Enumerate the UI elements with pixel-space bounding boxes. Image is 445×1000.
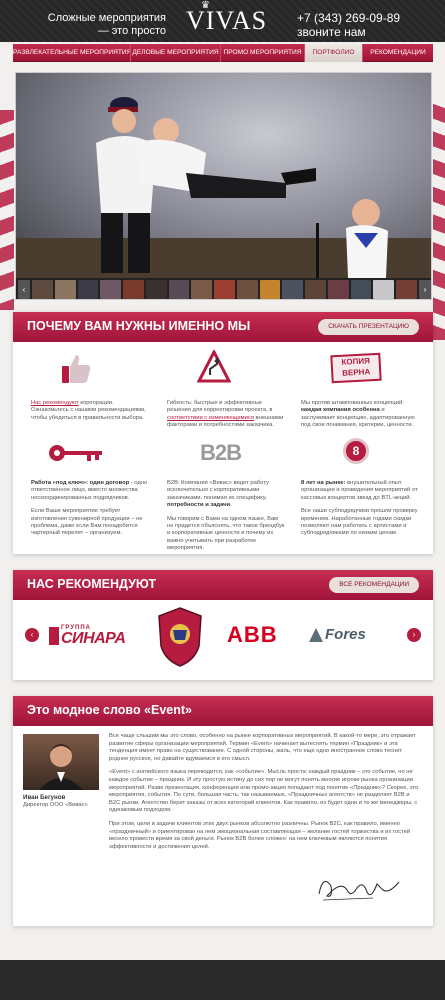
nav-item-portfolio[interactable]: ПОРТФОЛИО: [305, 44, 363, 62]
feature-text: Гибкость: быстрые и эффективные решения …: [167, 400, 273, 414]
feature-text: Если Ваше мероприятие требует изготовлен…: [31, 508, 143, 537]
thumb-5[interactable]: [123, 280, 144, 299]
feature-text: Все наши субподрядчики прошли проверку в…: [301, 508, 418, 537]
feature-text: Мы против штампованных концепций:: [301, 400, 404, 406]
nav-item-promo[interactable]: ПРОМО МЕРОПРИЯТИЯ: [221, 44, 305, 62]
director-role: Директор ООО «Вивас»: [23, 802, 88, 808]
feature-concepts: Мы против штампованных концепций: каждая…: [301, 400, 419, 430]
decor-ribbon-right: [433, 100, 445, 340]
recommend-panel: НАС РЕКОМЕНДУЮТ ВСЕ РЕКОМЕНДАЦИИ ‹ › ГРУ…: [13, 570, 433, 680]
why-us-header: ПОЧЕМУ ВАМ НУЖНЫ ИМЕННО МЫ СКАЧАТЬ ПРЕЗЕ…: [13, 312, 433, 342]
article-header: Это модное слово «Event»: [13, 696, 433, 726]
thumb-14[interactable]: [327, 280, 349, 299]
hero-slider[interactable]: ‹ ›: [15, 72, 432, 300]
main-nav: РАЗВЛЕКАТЕЛЬНЫЕ МЕРОПРИЯТИЯ ДЕЛОВЫЕ МЕРО…: [13, 44, 433, 62]
feature-bold: 8 лет на рынке:: [301, 480, 346, 486]
feature-recommendations: Нас рекомендуют корпорации. Ознакомьтесь…: [31, 400, 149, 422]
thumb-12[interactable]: [282, 280, 304, 299]
thumb-15[interactable]: [350, 280, 372, 299]
phone-cta: звоните нам: [297, 25, 366, 39]
logo[interactable]: VIVAS: [186, 6, 267, 36]
hero-photo: [16, 73, 431, 278]
thumb-3[interactable]: [77, 280, 99, 299]
director-name: Иван Бегунов: [23, 794, 66, 801]
decor-ribbon-left: [0, 110, 14, 310]
sinara-logo[interactable]: ГРУППА СИНАРА: [49, 625, 145, 647]
why-us-panel: ПОЧЕМУ ВАМ НУЖНЫ ИМЕННО МЫ СКАЧАТЬ ПРЕЗЕ…: [13, 312, 433, 554]
feature-bold: Работа «под ключ»: один договор: [31, 480, 130, 486]
logos-prev-button[interactable]: ‹: [25, 628, 39, 642]
sinara-name: СИНАРА: [61, 630, 126, 647]
thumb-16[interactable]: [373, 280, 395, 299]
nav-item-entertainment[interactable]: РАЗВЛЕКАТЕЛЬНЫЕ МЕРОПРИЯТИЯ: [13, 44, 131, 62]
thumb-7[interactable]: [168, 280, 190, 299]
feature-turnkey: Работа «под ключ»: один договор - одно о…: [31, 480, 149, 538]
feature-text: B2B: Компания «Вивас» ведет работу исклю…: [167, 480, 269, 501]
copy-stamp-line2: ВЕРНА: [342, 367, 371, 378]
feature-text: .: [230, 502, 232, 509]
recommend-title: НАС РЕКОМЕНДУЮТ: [27, 577, 157, 591]
director-photo: [23, 734, 99, 790]
thumb-11[interactable]: [259, 280, 281, 299]
article-title: Это модное слово «Event»: [27, 703, 192, 717]
download-presentation-button[interactable]: СКАЧАТЬ ПРЕЗЕНТАЦИЮ: [318, 319, 419, 335]
nav-item-business[interactable]: ДЕЛОВЫЕ МЕРОПРИЯТИЯ: [131, 44, 221, 62]
all-recommendations-button[interactable]: ВСЕ РЕКОМЕНДАЦИИ: [329, 577, 419, 593]
header-bar: Сложные мероприятия — это просто ♛ VIVAS…: [0, 0, 445, 42]
phone-block[interactable]: +7 (343) 269-09-89 звоните нам: [297, 11, 400, 39]
hero-thumbnails: ‹ ›: [16, 278, 431, 299]
thumb-1[interactable]: [32, 280, 53, 299]
article-panel: Это модное слово «Event» Иван Бегунов Ди…: [13, 696, 433, 926]
thumb-9[interactable]: [214, 280, 235, 299]
tagline: Сложные мероприятия — это просто: [47, 12, 166, 37]
hero-scene-image: [16, 97, 431, 278]
thumb-10[interactable]: [236, 280, 258, 299]
thumb-6[interactable]: [145, 280, 167, 299]
sinara-mark-icon: [49, 627, 59, 645]
logos-next-button[interactable]: ›: [407, 628, 421, 642]
eight-years-badge-icon: 8: [343, 438, 369, 464]
thumbs-next-button[interactable]: ›: [419, 280, 431, 299]
thumb-17[interactable]: [396, 280, 418, 299]
nav-item-recommendations[interactable]: РЕКОМЕНДАЦИИ: [363, 44, 433, 62]
article-paragraph: Все чаще слышим мы это слово, особенно н…: [109, 733, 416, 762]
abb-logo[interactable]: ABB: [227, 622, 278, 648]
feature-bold: каждая компания особенна: [301, 407, 380, 414]
phone-number[interactable]: +7 (343) 269-09-89: [297, 11, 400, 25]
thumbs-up-icon: [62, 355, 91, 383]
footer-bar: [0, 960, 445, 1000]
thumb-13[interactable]: [305, 280, 326, 299]
road-sign-icon: [197, 350, 231, 383]
feature-experience: 8 лет на рынке: внушительный опыт органи…: [301, 480, 419, 538]
why-us-title: ПОЧЕМУ ВАМ НУЖНЫ ИМЕННО МЫ: [27, 319, 251, 333]
copy-stamp-icon: КОПИЯ ВЕРНА: [330, 352, 382, 384]
article-body: Все чаще слышим мы это слово, особенно н…: [109, 733, 421, 851]
flexibility-link[interactable]: соответствии с изменяющимися: [167, 415, 254, 421]
recommend-header: НАС РЕКОМЕНДУЮТ ВСЕ РЕКОМЕНДАЦИИ: [13, 570, 433, 600]
fores-name: Fores: [325, 626, 366, 643]
signature-image: [318, 880, 400, 901]
fores-mark-icon: [309, 628, 323, 642]
b2b-icon: B2B: [200, 440, 244, 466]
recommendations-link[interactable]: Нас рекомендуют: [31, 400, 79, 406]
feature-bold: потребности и задачи: [167, 502, 231, 509]
eight-years-label: 8: [352, 444, 360, 458]
thumb-8[interactable]: [191, 280, 213, 299]
feature-flexibility: Гибкость: быстрые и эффективные решения …: [167, 400, 285, 430]
fsb-emblem-icon[interactable]: [155, 606, 205, 668]
director-portrait-image: [39, 744, 83, 790]
key-icon: [49, 445, 102, 461]
article-paragraph: При этом, цели и задачи клиентов этих дв…: [109, 820, 411, 850]
thumbs-prev-button[interactable]: ‹: [18, 280, 30, 299]
feature-text: Мы говорим с Вами на одном языке, Вам не…: [167, 515, 285, 552]
thumb-4[interactable]: [100, 280, 122, 299]
feature-b2b: B2B: Компания «Вивас» ведет работу исклю…: [167, 480, 285, 553]
article-paragraph: «Event» с английского языка переводится,…: [109, 769, 419, 814]
b2b-icon-label: B2B: [200, 440, 242, 465]
thumb-2[interactable]: [54, 280, 76, 299]
